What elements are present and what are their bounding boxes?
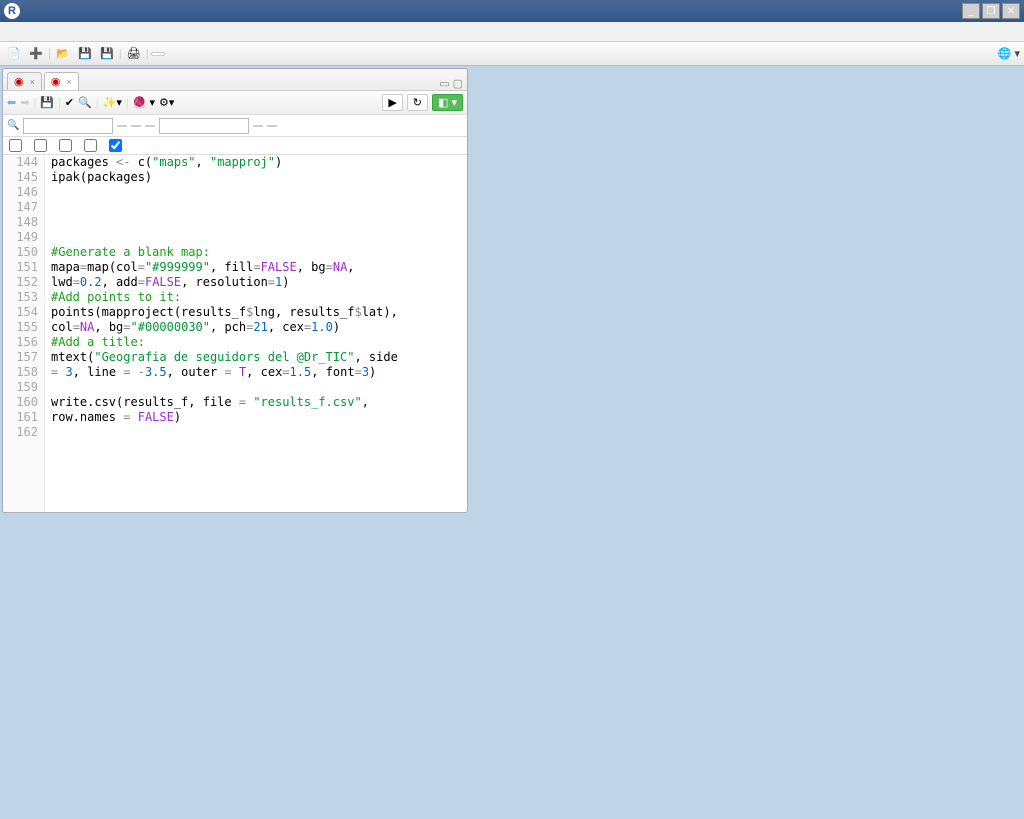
menu-build[interactable] [100,30,116,34]
save-button[interactable]: 💾 [75,45,95,63]
settings-icon[interactable]: ⚙▾ [159,96,174,109]
rmd-icon: ◉ [51,75,61,88]
pane-min-icon[interactable]: ▭ [439,77,449,90]
menu-session[interactable] [84,30,100,34]
menu-tools[interactable] [132,30,148,34]
find-replace-icon[interactable]: 🔍 [78,96,92,109]
spellcheck-icon[interactable]: ✔ [65,96,74,109]
find-next-button[interactable] [117,125,127,127]
menu-debug[interactable] [116,30,132,34]
menu-edit[interactable] [20,30,36,34]
find-options [3,137,467,155]
menu-code[interactable] [36,30,52,34]
find-input[interactable] [23,118,113,134]
source-tab-2[interactable]: ◉× [44,72,79,90]
save-doc-icon[interactable]: 💾 [40,96,54,109]
rerun-button[interactable]: ↻ [407,94,428,111]
menu-view[interactable] [52,30,68,34]
search-icon: 🔍 [7,120,19,131]
replace-all-button[interactable] [267,125,277,127]
wand-icon[interactable]: ✨▾ [103,96,122,109]
menu-bar [0,22,1024,42]
find-bar: 🔍 [3,115,467,137]
source-toolbar: ⬅ ➡ | 💾 | ✔ 🔍 | ✨▾ | 🧶 ▾ ⚙▾ ▶ ↻ ◧ ▾ [3,91,467,115]
menu-plots[interactable] [68,30,84,34]
source-pane: ◉× ◉× ▭ ▢ ⬅ ➡ | 💾 | ✔ 🔍 | ✨▾ | 🧶 ▾ ⚙▾ ▶ … [2,68,468,513]
goto-file-input[interactable] [151,52,165,56]
source-tab-1[interactable]: ◉× [7,72,42,90]
replace-button[interactable] [253,125,263,127]
opt-matchcase[interactable] [34,139,49,152]
rmd-icon: ◉ [14,75,24,88]
main-toolbar: 📄 ➕ | 📂 💾 💾 | 🖨 | 🌐 ▾ [0,42,1024,66]
close-window-button[interactable]: ✕ [1002,3,1020,19]
menu-file[interactable] [4,30,20,34]
opt-wrap[interactable] [109,139,124,152]
restore-button[interactable]: ❐ [982,3,1000,19]
opt-inselection[interactable] [9,139,24,152]
chunks-button[interactable]: ◧ ▾ [432,94,463,111]
find-all-button[interactable] [145,125,155,127]
new-project-button[interactable]: ➕ [26,45,46,63]
save-all-button[interactable]: 💾 [97,45,117,63]
project-selector[interactable]: 🌐 ▾ [998,47,1020,60]
back-icon[interactable]: ⬅ [7,96,16,109]
run-button[interactable]: ▶ [382,94,402,111]
find-prev-button[interactable] [131,125,141,127]
app-logo: R [4,3,20,19]
code-editor[interactable]: 144 145 146 147 148 149 150 151 152 153 … [3,155,467,512]
line-gutter: 144 145 146 147 148 149 150 151 152 153 … [3,155,45,512]
new-file-button[interactable]: 📄 [4,45,24,63]
source-tabs: ◉× ◉× ▭ ▢ [3,69,467,91]
opt-wholeword[interactable] [59,139,74,152]
close-tab-icon[interactable]: × [30,77,35,87]
menu-help[interactable] [148,30,164,34]
replace-input[interactable] [159,118,249,134]
forward-icon[interactable]: ➡ [20,96,29,109]
close-tab-icon[interactable]: × [66,77,71,87]
minimize-button[interactable]: _ [962,3,980,19]
window-titlebar: R _ ❐ ✕ [0,0,1024,22]
code-body[interactable]: packages <- c("maps", "mapproj") ipak(pa… [45,155,398,512]
print-button[interactable]: 🖨 [124,45,144,63]
open-file-button[interactable]: 📂 [53,45,73,63]
knit-button[interactable]: 🧶 ▾ [133,96,155,109]
opt-regex[interactable] [84,139,99,152]
pane-max-icon[interactable]: ▢ [453,77,463,90]
